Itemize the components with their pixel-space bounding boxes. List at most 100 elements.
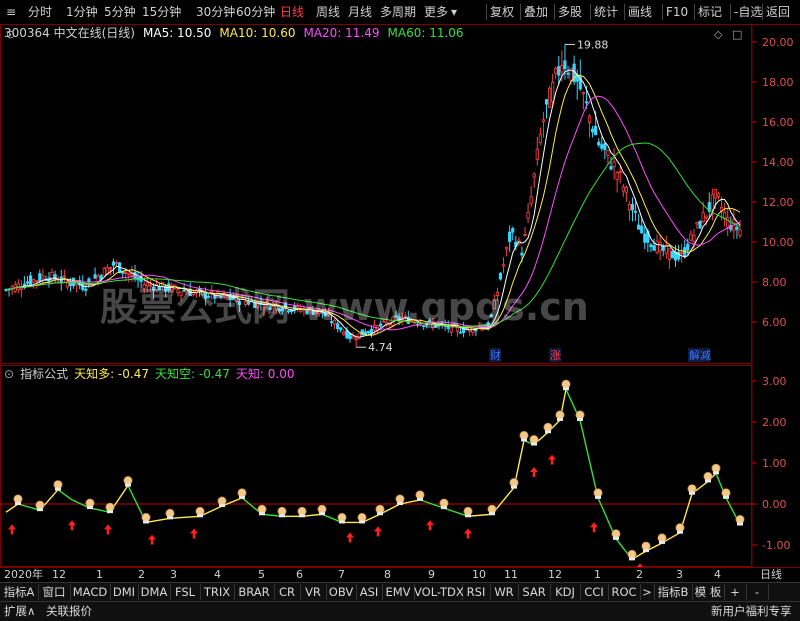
expand-button[interactable]: 扩展∧	[4, 603, 35, 620]
toolbar-button-6[interactable]: 标记	[698, 3, 722, 21]
hand-icon	[463, 506, 473, 516]
hand-icon	[593, 488, 603, 498]
hand-icon	[217, 496, 227, 506]
indicator-tab-11[interactable]: ASI	[356, 584, 383, 600]
hand-icon	[375, 504, 385, 514]
indicator-settings-icon[interactable]: ⊙	[4, 367, 14, 381]
toolbar-button-7[interactable]: -自选	[734, 3, 762, 21]
hand-cuff-icon	[279, 514, 285, 518]
indicator-tab-19[interactable]: ROC	[608, 584, 641, 600]
candle-body	[547, 87, 552, 108]
candle-body	[667, 248, 671, 260]
period-tab-1[interactable]: 1分钟	[66, 3, 98, 21]
buy-arrow-icon	[68, 520, 76, 531]
period-tab-3[interactable]: 15分钟	[142, 3, 181, 21]
hand-cuff-icon	[441, 506, 447, 510]
toolbar-button-3[interactable]: 统计	[594, 3, 618, 21]
window-icon[interactable]: □	[732, 28, 742, 41]
candle-body	[655, 240, 659, 253]
candle-body	[618, 171, 622, 174]
indicator-tab-6[interactable]: TRIX	[200, 584, 235, 600]
candle-body	[25, 281, 30, 284]
indicator-tab-5[interactable]: FSL	[170, 584, 201, 600]
candle-body	[554, 67, 558, 74]
period-tab-0[interactable]: 分时	[28, 3, 52, 21]
period-tab-2[interactable]: 5分钟	[104, 3, 136, 21]
bottom-bar: 扩展∧ 关联报价 新用户福利专享	[0, 601, 800, 621]
candle-body	[637, 224, 641, 230]
hand-cuff-icon	[167, 516, 173, 520]
period-tab-6[interactable]: 日线	[280, 3, 304, 21]
candle-body	[738, 229, 742, 236]
event-marker-0: 财	[490, 348, 501, 362]
period-tab-4[interactable]: 30分钟	[196, 3, 235, 21]
indicator-tab-12[interactable]: EMV	[382, 584, 415, 600]
indicator-tab-9[interactable]: VR	[300, 584, 327, 600]
more-dropdown-icon[interactable]: ▾	[451, 3, 457, 21]
menu-icon[interactable]: ≡	[6, 3, 16, 21]
candle-body	[96, 275, 100, 282]
buy-arrow-icon	[374, 526, 382, 537]
indicator-tab-3[interactable]: DMI	[110, 584, 139, 600]
candle-body	[735, 226, 739, 230]
indicator-tab-24[interactable]: -	[746, 584, 769, 600]
candle-body	[716, 193, 721, 197]
candle-body	[704, 215, 708, 218]
indicator-tab-17[interactable]: KDJ	[550, 584, 581, 600]
candle-body	[526, 212, 530, 219]
candle-body	[649, 244, 653, 248]
low-price-label: 4.74	[368, 341, 393, 354]
indicator-tab-2[interactable]: MACD	[70, 584, 111, 600]
indicator-tab-16[interactable]: SAR	[518, 584, 551, 600]
hand-icon	[257, 504, 267, 514]
candle-body	[597, 141, 601, 146]
toolbar-button-5[interactable]: F10	[666, 3, 688, 21]
event-marker-1: 涨	[550, 349, 561, 362]
indicator-tab-7[interactable]: BRAR	[234, 584, 275, 600]
promo-link[interactable]: 新用户福利专享	[711, 603, 792, 620]
indicator-tab-20[interactable]: >	[640, 584, 655, 600]
indicator-tab-1[interactable]: 窗口	[38, 584, 71, 600]
candle-body	[32, 279, 36, 283]
top-toolbar: 分时 1分钟 5分钟 15分钟 30分钟 60分钟 日线 周线 月线 多周期 更多 ▾ ≡ 复权 叠加 多股统…	[0, 0, 800, 25]
indicator-tab-14[interactable]: RSI	[462, 584, 491, 600]
chart-canvas[interactable]: 20.00 18.00 16.00 14.00 12.00 10.00 8.00 6.00 19…	[0, 24, 800, 567]
hand-cuff-icon	[465, 514, 471, 518]
period-tab-9[interactable]: 多周期	[380, 3, 416, 21]
candle-body	[93, 274, 97, 279]
hand-cuff-icon	[531, 442, 537, 446]
hand-cuff-icon	[489, 512, 495, 516]
ma-value-1: MA10: 10.60	[219, 26, 296, 40]
indicator-tab-15[interactable]: WR	[490, 584, 519, 600]
related-quote-button[interactable]: 关联报价	[46, 603, 92, 620]
period-tab-10[interactable]: 更多	[424, 3, 448, 21]
indicator-tab-21[interactable]: 指标B	[654, 584, 693, 600]
period-tab-8[interactable]: 月线	[348, 3, 372, 21]
indicator-tab-13[interactable]: VOL-TDX	[414, 584, 464, 600]
toolbar-button-1[interactable]: 叠加	[524, 3, 548, 21]
toolbar-button-4[interactable]: 画线	[628, 3, 652, 21]
month-label-14: 1	[594, 568, 601, 581]
hand-icon	[165, 508, 175, 518]
toolbar-button-2[interactable]: 多股	[558, 3, 582, 21]
indicator-tab-0[interactable]: 指标A	[0, 584, 39, 600]
candle-body	[701, 212, 705, 223]
candle-body	[627, 203, 632, 211]
toolbar-button-8[interactable]: 返回	[766, 3, 790, 21]
candle-body	[28, 275, 33, 286]
toolbar-button-0[interactable]: 复权	[490, 3, 514, 21]
indicator-tab-8[interactable]: CR	[274, 584, 301, 600]
diamond-icon[interactable]: ◇	[714, 28, 723, 41]
indicator-tab-23[interactable]: +	[724, 584, 747, 600]
indicator-tab-10[interactable]: OBV	[326, 584, 357, 600]
oscillator-segment	[57, 489, 73, 501]
indicator-tab-18[interactable]: CCI	[580, 584, 609, 600]
period-tab-5[interactable]: 60分钟	[236, 3, 275, 21]
price-tick-label: 12.00	[762, 196, 794, 209]
indicator-tab-22[interactable]: 模 板	[692, 584, 725, 600]
indicator-tab-4[interactable]: DMA	[138, 584, 171, 600]
candle-body	[581, 92, 585, 95]
period-tab-7[interactable]: 周线	[316, 3, 340, 21]
hand-cuff-icon	[659, 540, 665, 544]
hand-cuff-icon	[107, 510, 113, 514]
